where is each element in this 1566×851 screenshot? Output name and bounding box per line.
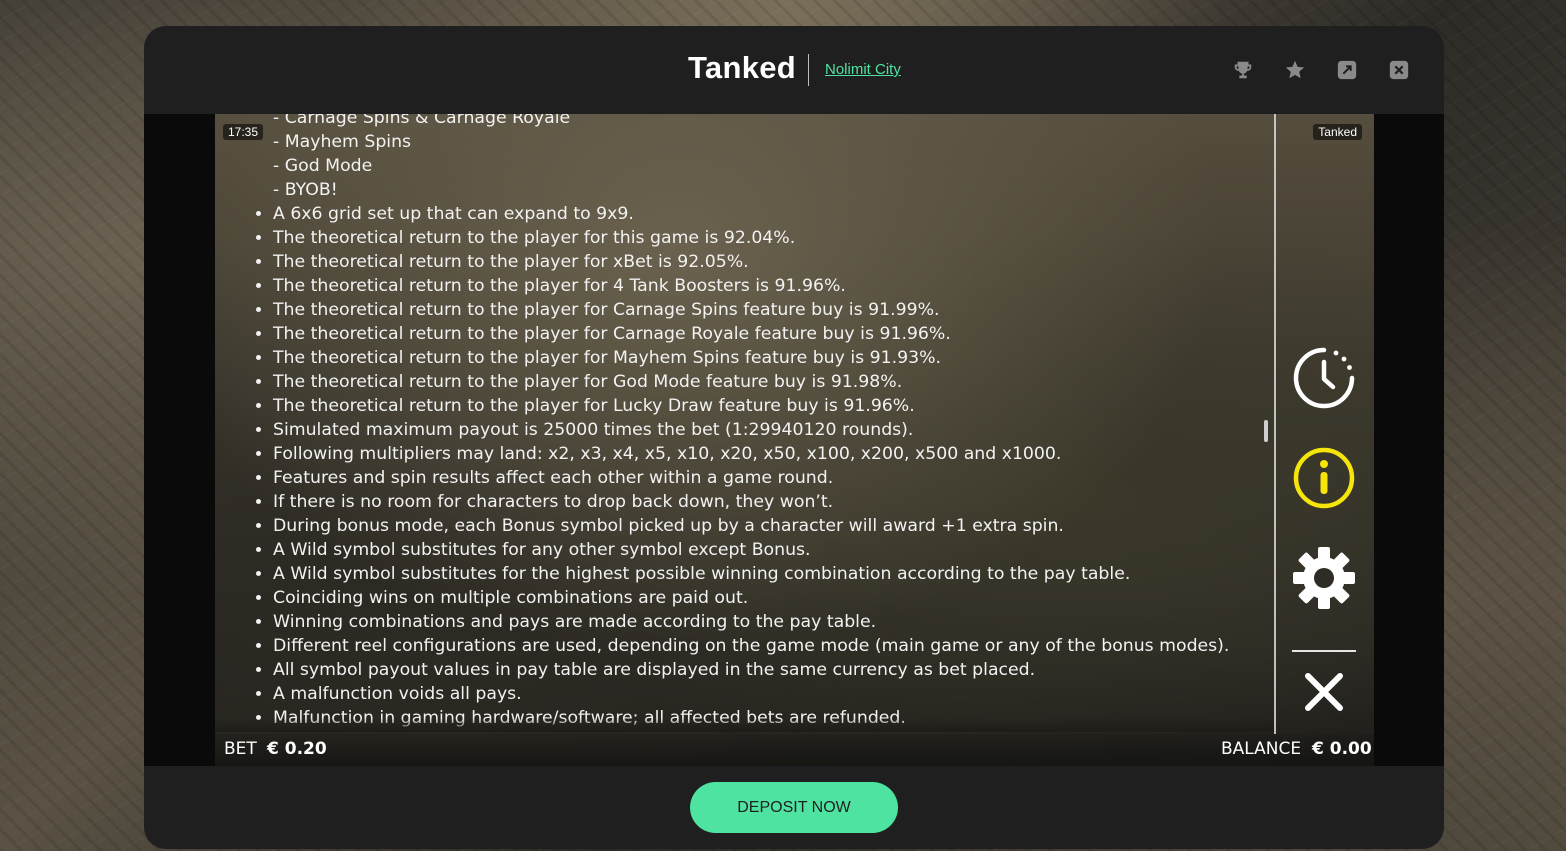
rules-item: Winning combinations and pays are made a… [273, 610, 1233, 634]
game-area: 17:35 Tanked - Carnage Spins & Carnage R… [144, 114, 1444, 766]
side-separator [1292, 650, 1356, 652]
balance-label: BALANCE [1221, 739, 1302, 759]
rules-item: If there is no room for characters to dr… [273, 490, 1233, 514]
game-modal: Tanked Nolimit City 17:35 Tanked - Carna… [144, 26, 1444, 849]
info-icon [1293, 447, 1355, 509]
rules-item: A Wild symbol substitutes for the highes… [273, 562, 1233, 586]
modal-header: Tanked Nolimit City [144, 26, 1444, 114]
provider-link[interactable]: Nolimit City [825, 61, 901, 78]
history-button[interactable] [1292, 346, 1356, 410]
rules-fade [215, 718, 1275, 732]
rules-text-panel[interactable]: - Carnage Spins & Carnage Royale - Mayhem… [253, 114, 1233, 732]
rules-item: A 6x6 grid set up that can expand to 9x9… [273, 202, 1233, 226]
rules-item: The theoretical return to the player for… [273, 298, 1233, 322]
settings-icon [1293, 547, 1355, 609]
rules-list: A 6x6 grid set up that can expand to 9x9… [253, 202, 1233, 730]
rules-item: Following multipliers may land: x2, x3, … [273, 442, 1233, 466]
rules-item: A malfunction voids all pays. [273, 682, 1233, 706]
title-divider [808, 54, 809, 86]
trophy-icon[interactable] [1232, 59, 1254, 81]
star-icon[interactable] [1284, 59, 1306, 81]
rules-item: During bonus mode, each Bonus symbol pic… [273, 514, 1233, 538]
deposit-now-button[interactable]: DEPOSIT NOW [690, 782, 898, 833]
rules-sub-item: - BYOB! [273, 180, 338, 200]
bet-balance-bar: BET € 0.20 BALANCE € 0.00 [215, 734, 1374, 766]
rules-item: The theoretical return to the player for… [273, 274, 1233, 298]
rules-item: The theoretical return to the player for… [273, 346, 1233, 370]
rules-item: Different reel configurations are used, … [273, 634, 1233, 658]
close-icon[interactable] [1388, 59, 1410, 81]
rules-item: The theoretical return to the player for… [273, 250, 1233, 274]
settings-button[interactable] [1292, 546, 1356, 610]
bet-label: BET [224, 739, 257, 759]
rules-sub-item: - Carnage Spins & Carnage Royale [273, 114, 571, 128]
rules-item: The theoretical return to the player for… [273, 394, 1233, 418]
modal-footer: DEPOSIT NOW [144, 766, 1444, 849]
rules-sub-list: - Carnage Spins & Carnage Royale - Mayhem… [253, 114, 1233, 202]
rules-sub-item: - Mayhem Spins [273, 132, 412, 152]
game-title: Tanked [688, 50, 797, 85]
rules-sub-item: - God Mode [273, 156, 373, 176]
game-name-badge: Tanked [1313, 124, 1362, 140]
expand-icon[interactable] [1336, 59, 1358, 81]
bet-value: € 0.20 [267, 739, 327, 759]
rules-item: The theoretical return to the player for… [273, 322, 1233, 346]
rules-item: A Wild symbol substitutes for any other … [273, 538, 1233, 562]
rules-item: The theoretical return to the player for… [273, 226, 1233, 250]
game-stage: 17:35 Tanked - Carnage Spins & Carnage R… [215, 114, 1374, 766]
history-icon [1293, 347, 1355, 409]
rules-item: All symbol payout values in pay table ar… [273, 658, 1233, 682]
close-icon [1305, 673, 1343, 711]
balance-value: € 0.00 [1312, 739, 1372, 759]
rules-item: Simulated maximum payout is 25000 times … [273, 418, 1233, 442]
rules-item: Coinciding wins on multiple combinations… [273, 586, 1233, 610]
scrollbar-thumb[interactable] [1264, 420, 1268, 442]
rules-item: Features and spin results affect each ot… [273, 466, 1233, 490]
info-button[interactable] [1292, 446, 1356, 510]
rules-item: The theoretical return to the player for… [273, 370, 1233, 394]
side-panel-divider [1274, 114, 1276, 734]
close-rules-button[interactable] [1292, 660, 1356, 724]
